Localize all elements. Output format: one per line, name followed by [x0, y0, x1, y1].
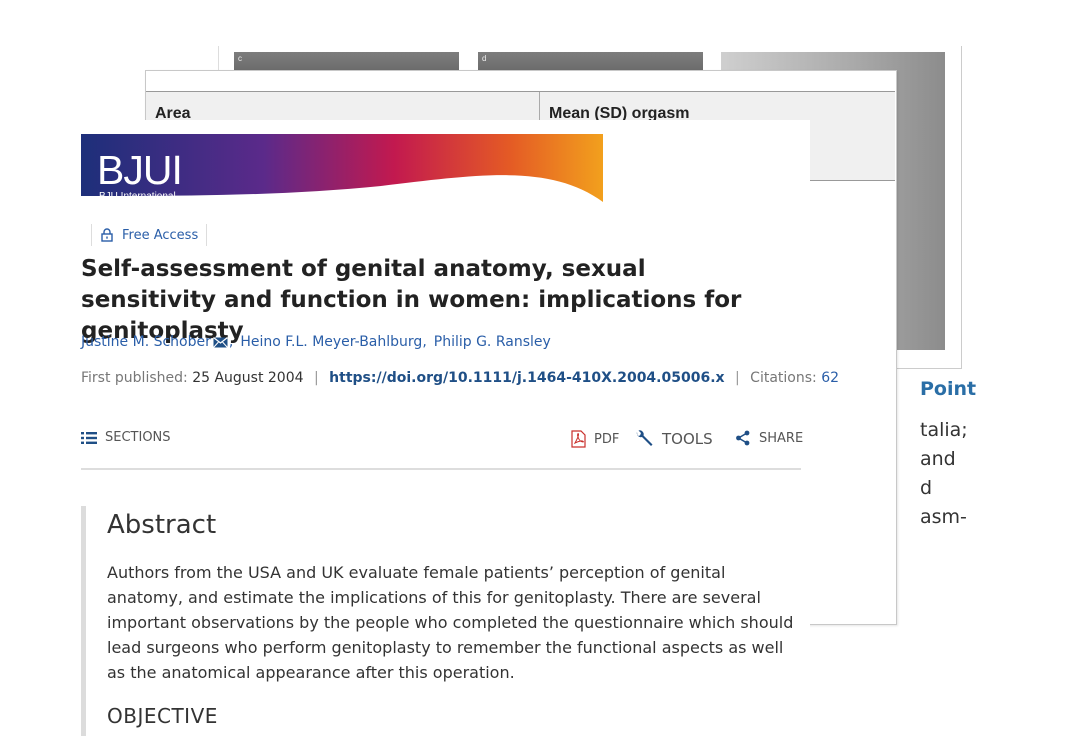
journal-banner[interactable]: BJUI BJU International — [81, 134, 603, 202]
first-published-date: 25 August 2004 — [192, 370, 304, 386]
citations-count[interactable]: 62 — [821, 370, 839, 386]
journal-logo: BJUI — [97, 147, 183, 193]
divider: | — [735, 370, 740, 386]
free-access-label: Free Access — [122, 227, 199, 243]
tools-label: TOOLS — [662, 430, 713, 448]
doi-link[interactable]: https://doi.org/10.1111/j.1464-410X.2004… — [329, 370, 724, 386]
background-text-line: talia; — [920, 419, 968, 441]
abstract-body: Authors from the USA and UK evaluate fem… — [107, 563, 794, 682]
publication-info: First published: 25 August 2004 | https:… — [81, 370, 839, 386]
email-icon[interactable] — [213, 336, 228, 348]
first-published-label: First published: — [81, 370, 188, 386]
sections-label: SECTIONS — [105, 430, 171, 445]
author-link[interactable]: Heino F.L. Meyer-Bahlburg — [240, 334, 422, 350]
author-link[interactable]: Philip G. Ransley — [434, 334, 551, 350]
share-icon — [736, 430, 750, 446]
figure-panel-label: c — [238, 54, 242, 63]
sections-button[interactable]: SECTIONS — [81, 430, 171, 445]
author-separator: , — [422, 334, 427, 350]
journal-logo-subtitle: BJU International — [99, 191, 176, 202]
figure-panel-d: d — [478, 52, 703, 72]
background-text-line: d — [920, 477, 933, 499]
article-page: BJUI BJU International Free Access Self-… — [81, 120, 839, 736]
abstract-heading: Abstract — [107, 510, 217, 540]
figure-panel-label: d — [482, 54, 487, 63]
citations-label: Citations: — [750, 370, 817, 386]
tools-button[interactable]: TOOLS — [634, 430, 713, 448]
pdf-button[interactable]: PDF — [571, 430, 619, 448]
objective-heading: OBJECTIVE — [107, 704, 218, 728]
background-point-text: Point — [920, 378, 977, 400]
author-link[interactable]: Justine M. Schober — [81, 334, 211, 350]
wrench-icon — [636, 430, 653, 446]
divider: | — [313, 370, 319, 386]
share-label: SHARE — [759, 430, 804, 446]
abstract-section: Abstract Authors from the USA and UK eva… — [81, 506, 806, 736]
background-text-line: asm- — [920, 506, 967, 528]
pdf-label: PDF — [594, 431, 620, 447]
lock-icon — [101, 228, 113, 242]
figure-panel-c: c — [234, 52, 459, 72]
free-access-badge: Free Access — [91, 224, 208, 246]
share-button[interactable]: SHARE — [735, 430, 803, 446]
pdf-icon — [571, 430, 586, 448]
list-icon — [81, 431, 97, 444]
author-separator: , — [228, 334, 234, 350]
author-list: Justine M. Schober , Heino F.L. Meyer-Ba… — [81, 334, 551, 350]
background-text-line: and — [920, 448, 956, 470]
article-toolbar: SECTIONS PDF TOOLS SHARE — [81, 428, 803, 470]
